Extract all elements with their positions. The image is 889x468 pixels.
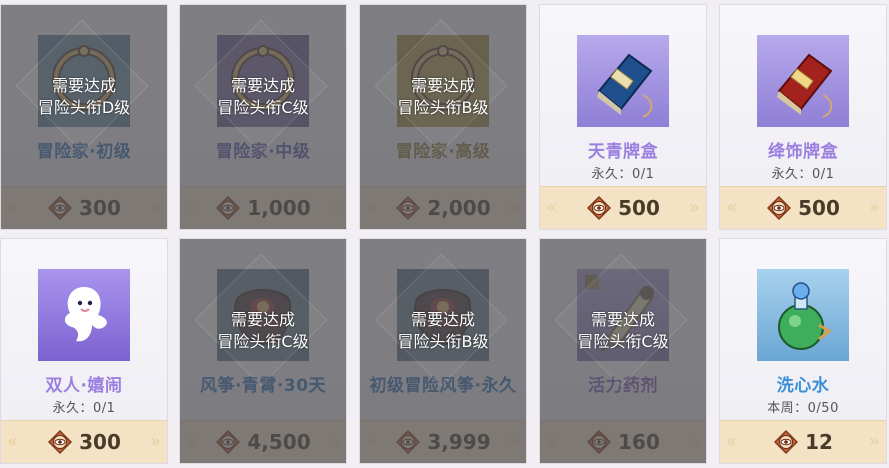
price-bar[interactable]: « » 3,999 [360,420,526,463]
requirement-line-2: 冒险头衔B级 [397,332,489,351]
item-image [577,35,669,127]
chevron-right-ornament: » [328,431,340,452]
locked-overlay: 需要达成 冒险头衔B级 [360,239,526,421]
chevron-right-ornament: » [328,197,340,218]
requirement-line-2: 冒险头衔B级 [397,98,489,117]
requirement-text: 需要达成 冒险头衔C级 [180,309,346,353]
price-bar[interactable]: « » 160 [540,420,706,463]
requirement-line-1: 需要达成 [410,76,475,95]
price-bar[interactable]: « » 1,000 [180,186,346,229]
locked-overlay: 需要达成 冒险头衔B级 [360,5,526,187]
shop-item-card[interactable]: 天青牌盒 永久：0/1 « » 500 [539,4,707,230]
eye-coin-icon [767,196,792,220]
shop-grid: 冒险家·初级 « » 300 需要达成 冒险头衔D级 [0,0,889,468]
price-bar[interactable]: « » 500 [720,186,886,229]
shop-item-card[interactable]: 洗心水 本周：0/50 « » 12 [719,238,887,464]
price-bar[interactable]: « » 300 [1,420,167,463]
chevron-left-ornament: « [186,197,198,218]
eye-coin-icon [396,430,421,454]
price-bar[interactable]: « » 2,000 [360,186,526,229]
chevron-left-ornament: « [366,431,378,452]
chevron-left-ornament: « [186,431,198,452]
requirement-text: 需要达成 冒险头衔B级 [360,309,526,353]
price-amount: 300 [79,196,121,220]
requirement-line-1: 需要达成 [590,310,655,329]
price-amount: 1,000 [247,196,311,220]
shop-item-card[interactable]: 初级冒险风筝·永久 « » 3,999 需要达成 冒险头衔B级 [359,238,527,464]
eye-coin-icon [587,196,612,220]
eye-coin-icon [48,430,73,454]
eye-coin-icon [216,430,241,454]
chevron-left-ornament: « [546,431,558,452]
requirement-line-2: 冒险头衔C级 [217,332,309,351]
price-amount: 500 [798,196,840,220]
purchase-limit: 永久：0/1 [52,401,116,416]
price-amount: 12 [805,430,833,454]
requirement-text: 需要达成 冒险头衔C级 [540,309,706,353]
shop-item-card[interactable]: 双人·嬉闹 永久：0/1 « » 300 [0,238,168,464]
price-amount: 160 [618,430,660,454]
chevron-left-ornament: « [7,197,19,218]
shop-item-card[interactable]: 冒险家·中级 « » 1,000 需要达成 冒险头衔C级 [179,4,347,230]
price-amount: 300 [79,430,121,454]
shop-item-card[interactable]: 冒险家·初级 « » 300 需要达成 冒险头衔D级 [0,4,168,230]
price-bar[interactable]: « » 500 [540,186,706,229]
requirement-text: 需要达成 冒险头衔B级 [360,75,526,119]
purchase-limit: 永久：0/1 [591,167,655,182]
price-bar[interactable]: « » 12 [720,420,886,463]
price-amount: 500 [618,196,660,220]
eye-coin-icon [396,196,421,220]
eye-coin-icon [587,430,612,454]
eye-coin-icon [48,196,73,220]
shop-item-card[interactable]: 绛饰牌盒 永久：0/1 « » 500 [719,4,887,230]
requirement-line-2: 冒险头衔D级 [37,98,131,117]
requirement-text: 需要达成 冒险头衔C级 [180,75,346,119]
item-name: 天青牌盒 [588,142,658,162]
purchase-limit: 本周：0/50 [767,401,839,416]
requirement-text: 需要达成 冒险头衔D级 [1,75,167,119]
chevron-left-ornament: « [366,197,378,218]
chevron-right-ornament: » [508,431,520,452]
eye-coin-icon [216,196,241,220]
locked-overlay: 需要达成 冒险头衔C级 [180,5,346,187]
item-name: 双人·嬉闹 [45,376,123,396]
item-image [757,269,849,361]
price-amount: 2,000 [427,196,491,220]
shop-item-card[interactable]: 活力药剂 « » 160 需要达成 冒险头衔C级 [539,238,707,464]
shop-item-card[interactable]: 冒险家·高级 « » 2,000 需要达成 冒险头衔B级 [359,4,527,230]
requirement-line-1: 需要达成 [410,310,475,329]
item-image [38,269,130,361]
requirement-line-1: 需要达成 [230,76,295,95]
locked-overlay: 需要达成 冒险头衔D级 [1,5,167,187]
requirement-line-1: 需要达成 [230,310,295,329]
price-bar[interactable]: « » 4,500 [180,420,346,463]
item-image [757,35,849,127]
item-name: 绛饰牌盒 [768,142,838,162]
shop-item-card[interactable]: 风筝·青霄·30天 « » 4,500 需要达成 冒险头衔C级 [179,238,347,464]
price-amount: 3,999 [427,430,491,454]
chevron-right-ornament: » [149,197,161,218]
price-amount: 4,500 [247,430,311,454]
requirement-line-2: 冒险头衔C级 [577,332,669,351]
requirement-line-2: 冒险头衔C级 [217,98,309,117]
price-bar[interactable]: « » 300 [1,186,167,229]
chevron-right-ornament: » [688,431,700,452]
chevron-right-ornament: » [508,197,520,218]
eye-coin-icon [774,430,799,454]
purchase-limit: 永久：0/1 [771,167,835,182]
requirement-line-1: 需要达成 [51,76,116,95]
locked-overlay: 需要达成 冒险头衔C级 [540,239,706,421]
item-name: 洗心水 [776,376,830,396]
locked-overlay: 需要达成 冒险头衔C级 [180,239,346,421]
